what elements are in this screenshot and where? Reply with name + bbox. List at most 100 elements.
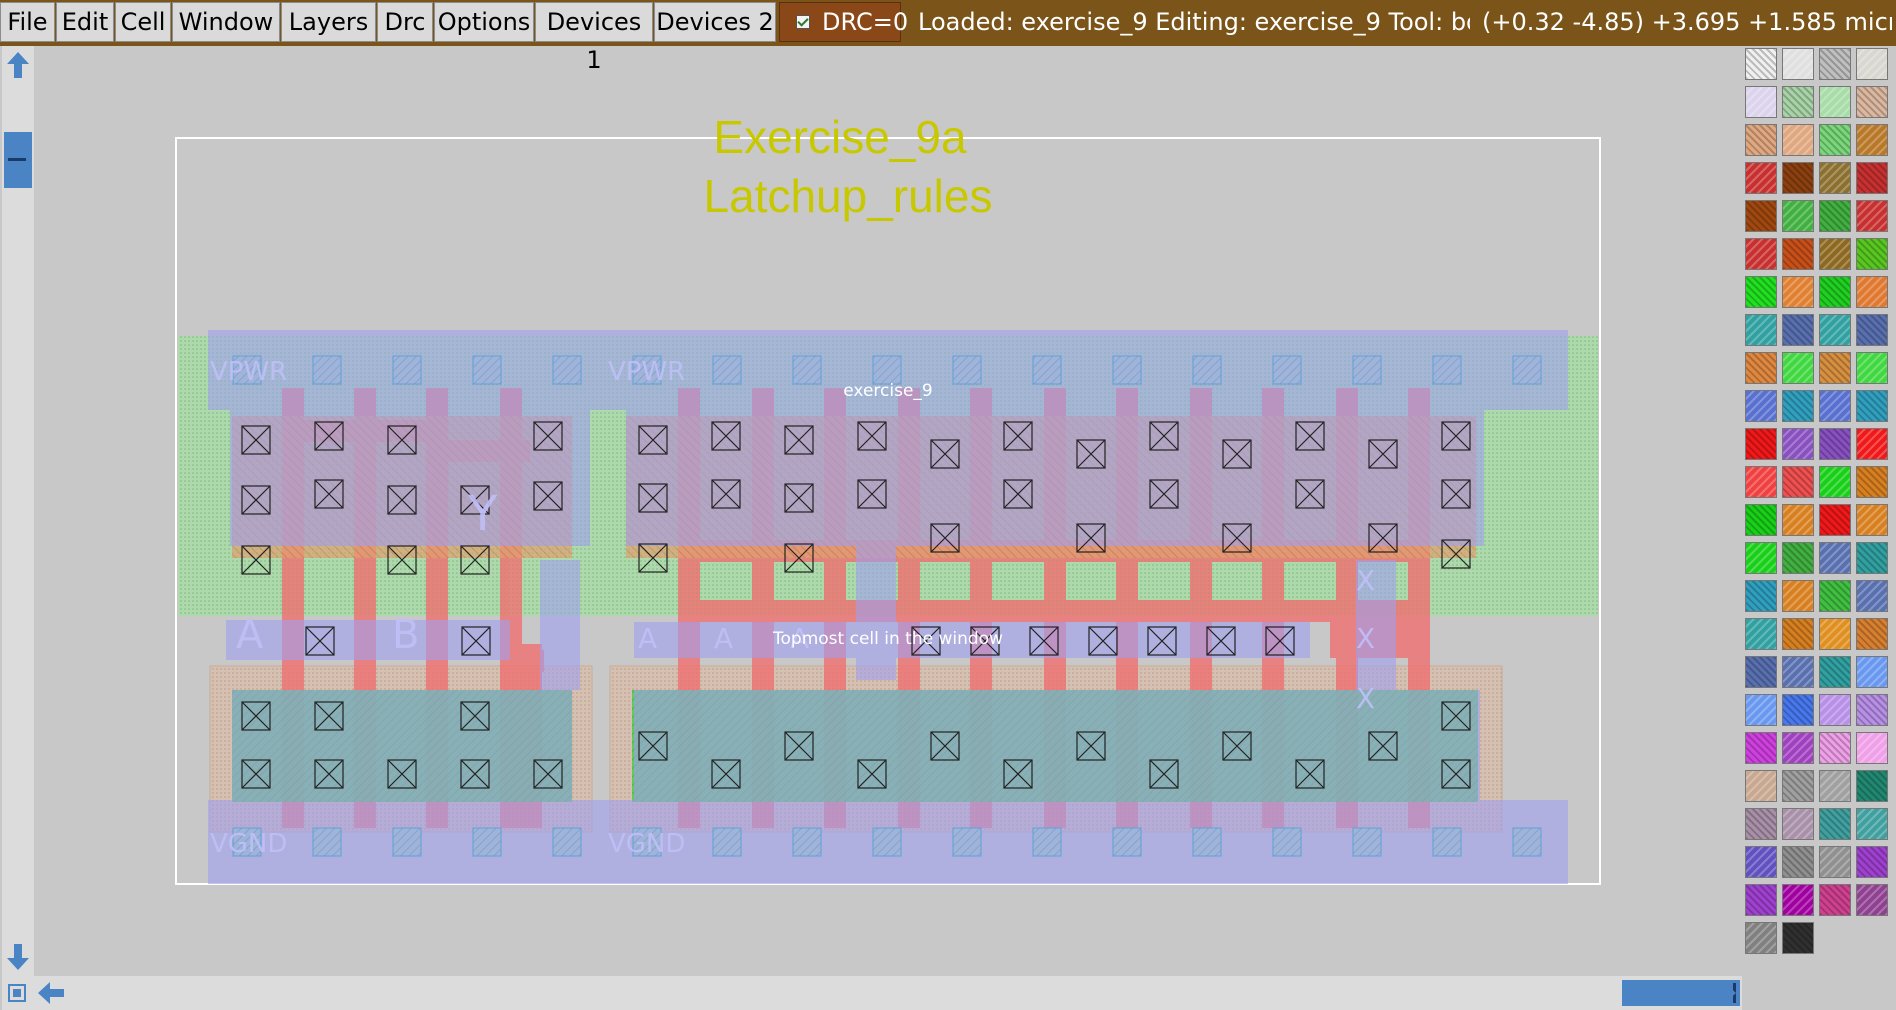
vertical-scroll-thumb[interactable] bbox=[4, 132, 32, 188]
layer-swatch[interactable] bbox=[1745, 390, 1777, 422]
menu-layers[interactable]: Layers bbox=[281, 2, 376, 42]
drc-checkbox[interactable] bbox=[796, 15, 810, 29]
layer-swatch[interactable] bbox=[1856, 770, 1888, 802]
layer-swatch[interactable] bbox=[1782, 48, 1814, 80]
layer-swatch[interactable] bbox=[1856, 86, 1888, 118]
layer-swatch[interactable] bbox=[1856, 846, 1888, 878]
layer-swatch[interactable] bbox=[1745, 618, 1777, 650]
drc-toggle[interactable]: DRC=0 bbox=[779, 2, 908, 42]
menu-cell[interactable]: Cell bbox=[115, 2, 171, 42]
menu-options[interactable]: Options bbox=[434, 2, 534, 42]
layer-swatch[interactable] bbox=[1819, 352, 1851, 384]
layer-swatch[interactable] bbox=[1745, 846, 1777, 878]
layer-swatch[interactable] bbox=[1856, 124, 1888, 156]
menu-drc[interactable]: Drc bbox=[377, 2, 433, 42]
layer-swatch[interactable] bbox=[1782, 314, 1814, 346]
layer-swatch[interactable] bbox=[1819, 504, 1851, 536]
layer-swatch[interactable] bbox=[1856, 466, 1888, 498]
layer-swatch[interactable] bbox=[1819, 466, 1851, 498]
layer-swatch[interactable] bbox=[1745, 276, 1777, 308]
layer-swatch[interactable] bbox=[1819, 48, 1851, 80]
layer-swatch[interactable] bbox=[1856, 542, 1888, 574]
layout-view[interactable]: Exercise_9a Latchup_rules VPWR VPWR VGND… bbox=[34, 46, 1742, 976]
layer-swatch[interactable] bbox=[1745, 428, 1777, 460]
zoom-box-button[interactable] bbox=[2, 976, 34, 1010]
layer-swatch[interactable] bbox=[1782, 618, 1814, 650]
layer-swatch[interactable] bbox=[1745, 466, 1777, 498]
layer-swatch[interactable] bbox=[1856, 694, 1888, 726]
layer-swatch[interactable] bbox=[1782, 276, 1814, 308]
layer-swatch[interactable] bbox=[1782, 352, 1814, 384]
layer-swatch[interactable] bbox=[1819, 200, 1851, 232]
layer-swatch[interactable] bbox=[1745, 542, 1777, 574]
layer-swatch[interactable] bbox=[1856, 656, 1888, 688]
layer-swatch[interactable] bbox=[1745, 48, 1777, 80]
layer-swatch[interactable] bbox=[1782, 200, 1814, 232]
layer-swatch[interactable] bbox=[1819, 162, 1851, 194]
layer-swatch[interactable] bbox=[1819, 238, 1851, 270]
layer-swatch[interactable] bbox=[1745, 770, 1777, 802]
layer-swatch[interactable] bbox=[1745, 124, 1777, 156]
menu-window[interactable]: Window bbox=[172, 2, 280, 42]
layout-canvas[interactable]: Exercise_9a Latchup_rules VPWR VPWR VGND… bbox=[34, 46, 1742, 976]
layer-swatch[interactable] bbox=[1745, 884, 1777, 916]
layer-swatch[interactable] bbox=[1856, 732, 1888, 764]
layer-swatch[interactable] bbox=[1745, 808, 1777, 840]
layer-swatch[interactable] bbox=[1745, 352, 1777, 384]
layer-swatch[interactable] bbox=[1745, 656, 1777, 688]
layer-swatch[interactable] bbox=[1819, 390, 1851, 422]
layer-swatch[interactable] bbox=[1856, 200, 1888, 232]
layer-swatch[interactable] bbox=[1856, 238, 1888, 270]
layer-swatch[interactable] bbox=[1782, 124, 1814, 156]
menu-edit[interactable]: Edit bbox=[56, 2, 114, 42]
layer-swatch[interactable] bbox=[1856, 884, 1888, 916]
arrow-up-icon[interactable] bbox=[5, 50, 31, 80]
layer-swatch[interactable] bbox=[1782, 770, 1814, 802]
menu-file[interactable]: File bbox=[0, 2, 55, 42]
layer-swatch[interactable] bbox=[1782, 846, 1814, 878]
layer-swatch[interactable] bbox=[1856, 504, 1888, 536]
layer-swatch[interactable] bbox=[1819, 276, 1851, 308]
layer-swatch[interactable] bbox=[1819, 808, 1851, 840]
layer-swatch[interactable] bbox=[1819, 846, 1851, 878]
layer-swatch[interactable] bbox=[1782, 466, 1814, 498]
layer-swatch[interactable] bbox=[1856, 314, 1888, 346]
layer-swatch[interactable] bbox=[1745, 86, 1777, 118]
layer-swatch[interactable] bbox=[1782, 86, 1814, 118]
layer-swatch[interactable] bbox=[1782, 580, 1814, 612]
layer-swatch[interactable] bbox=[1782, 542, 1814, 574]
layer-swatch[interactable] bbox=[1745, 162, 1777, 194]
layer-swatch[interactable] bbox=[1819, 86, 1851, 118]
layer-swatch[interactable] bbox=[1819, 694, 1851, 726]
layer-swatch[interactable] bbox=[1819, 580, 1851, 612]
layer-swatch[interactable] bbox=[1782, 428, 1814, 460]
arrow-down-icon[interactable] bbox=[5, 942, 31, 972]
layer-swatch[interactable] bbox=[1856, 808, 1888, 840]
layer-swatch[interactable] bbox=[1856, 276, 1888, 308]
layer-swatch[interactable] bbox=[1745, 694, 1777, 726]
layer-swatch[interactable] bbox=[1819, 770, 1851, 802]
layer-swatch[interactable] bbox=[1819, 124, 1851, 156]
arrow-right-icon[interactable] bbox=[1708, 980, 1738, 1006]
layer-swatch[interactable] bbox=[1745, 580, 1777, 612]
layer-swatch[interactable] bbox=[1745, 732, 1777, 764]
layer-swatch[interactable] bbox=[1856, 352, 1888, 384]
layer-swatch[interactable] bbox=[1819, 656, 1851, 688]
layer-swatch[interactable] bbox=[1745, 200, 1777, 232]
layer-swatch[interactable] bbox=[1856, 580, 1888, 612]
layer-swatch[interactable] bbox=[1745, 504, 1777, 536]
layer-swatch[interactable] bbox=[1745, 922, 1777, 954]
layer-swatch[interactable] bbox=[1782, 808, 1814, 840]
layer-swatch[interactable] bbox=[1782, 504, 1814, 536]
layer-swatch[interactable] bbox=[1856, 390, 1888, 422]
vertical-scrollbar[interactable] bbox=[2, 46, 34, 976]
menu-devices-1[interactable]: Devices 1 bbox=[535, 2, 653, 74]
layer-swatch[interactable] bbox=[1819, 542, 1851, 574]
layer-swatch[interactable] bbox=[1819, 314, 1851, 346]
layer-swatch[interactable] bbox=[1819, 884, 1851, 916]
layer-swatch[interactable] bbox=[1856, 428, 1888, 460]
horizontal-scrollbar[interactable] bbox=[34, 976, 1742, 1010]
layer-swatch[interactable] bbox=[1782, 390, 1814, 422]
layer-swatch[interactable] bbox=[1819, 428, 1851, 460]
layer-swatch[interactable] bbox=[1782, 694, 1814, 726]
